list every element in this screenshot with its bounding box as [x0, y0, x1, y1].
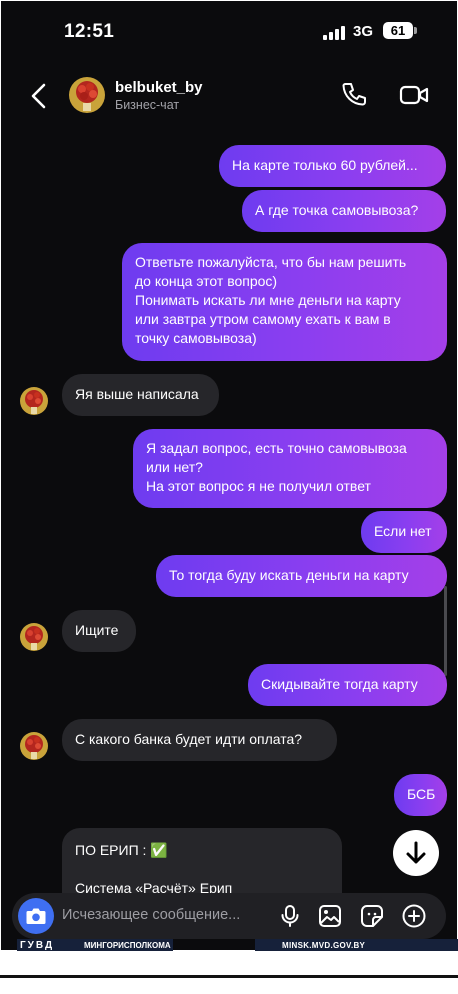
plus-icon[interactable] [402, 904, 426, 928]
chat-header: belbuket_by Бизнес-чат [1, 61, 457, 131]
arrow-down-icon [406, 841, 426, 864]
outgoing-message[interactable]: Я задал вопрос, есть точно самовывоза ил… [133, 429, 447, 508]
message-line: до конца этот вопрос) [135, 273, 278, 289]
phone-icon[interactable] [341, 81, 367, 107]
microphone-icon[interactable] [278, 904, 302, 928]
scrollbar[interactable] [444, 586, 447, 676]
message-line: Ответьте пожалуйста, что бы нам решить [135, 254, 407, 270]
incoming-message[interactable]: Ищите [62, 610, 136, 652]
watermark-url: MINSK.MVD.GOV.BY [282, 941, 366, 950]
message-composer: Исчезающее сообщение... [12, 893, 446, 939]
outgoing-message[interactable]: А где точка самовывоза? [242, 190, 446, 232]
chat-screen: 12:51 3G 61 belbuket_by Бизнес-чат На ка… [1, 1, 457, 950]
network-type: 3G [353, 23, 374, 40]
message-line: или завтра утром самому ехать к вам в [135, 311, 391, 327]
divider [0, 975, 458, 978]
camera-button[interactable] [18, 898, 54, 934]
message-line: На этот вопрос я не получил ответ [146, 478, 371, 494]
outgoing-message[interactable]: Скидывайте тогда карту [248, 664, 447, 706]
message-line: Я задал вопрос, есть точно самовывоза [146, 440, 407, 456]
back-arrow-icon[interactable] [27, 81, 51, 111]
contact-subtitle: Бизнес-чат [115, 98, 180, 112]
gallery-icon[interactable] [318, 904, 342, 928]
contact-name[interactable]: belbuket_by [115, 79, 203, 96]
outgoing-message[interactable]: Если нет [361, 511, 447, 553]
video-camera-icon[interactable] [399, 83, 429, 107]
watermark-logo: ГУВД [20, 940, 55, 951]
battery-icon: 61 [383, 22, 413, 39]
message-line: или нет? [146, 459, 203, 475]
message-input[interactable]: Исчезающее сообщение... [62, 907, 240, 923]
outgoing-message[interactable]: БСБ [394, 774, 447, 816]
avatar[interactable] [69, 77, 105, 113]
avatar[interactable] [20, 623, 48, 651]
message-line: Понимать искать ли мне деньги на карту [135, 292, 401, 308]
incoming-message[interactable]: С какого банка будет идти оплата? [62, 719, 337, 761]
scroll-down-button[interactable] [393, 830, 439, 876]
outgoing-message[interactable]: На карте только 60 рублей... [219, 145, 446, 187]
incoming-message[interactable]: Яя выше написала [62, 374, 219, 416]
message-line: ПО ЕРИП : ✅ [75, 842, 168, 858]
message-line: точку самовывоза) [135, 330, 257, 346]
avatar[interactable] [20, 732, 48, 760]
battery-tip [414, 27, 417, 34]
camera-icon [26, 908, 46, 924]
signal-icon [323, 24, 347, 40]
outgoing-message[interactable]: То тогда буду искать деньги на карту [156, 555, 447, 597]
sticker-icon[interactable] [360, 904, 384, 928]
status-bar: 12:51 3G 61 [1, 1, 457, 61]
outgoing-message[interactable]: Ответьте пожалуйста, что бы нам решить д… [122, 243, 447, 361]
avatar[interactable] [20, 387, 48, 415]
status-time: 12:51 [64, 21, 115, 42]
watermark-text: МИНГОРИСПОЛКОМА [84, 941, 171, 950]
